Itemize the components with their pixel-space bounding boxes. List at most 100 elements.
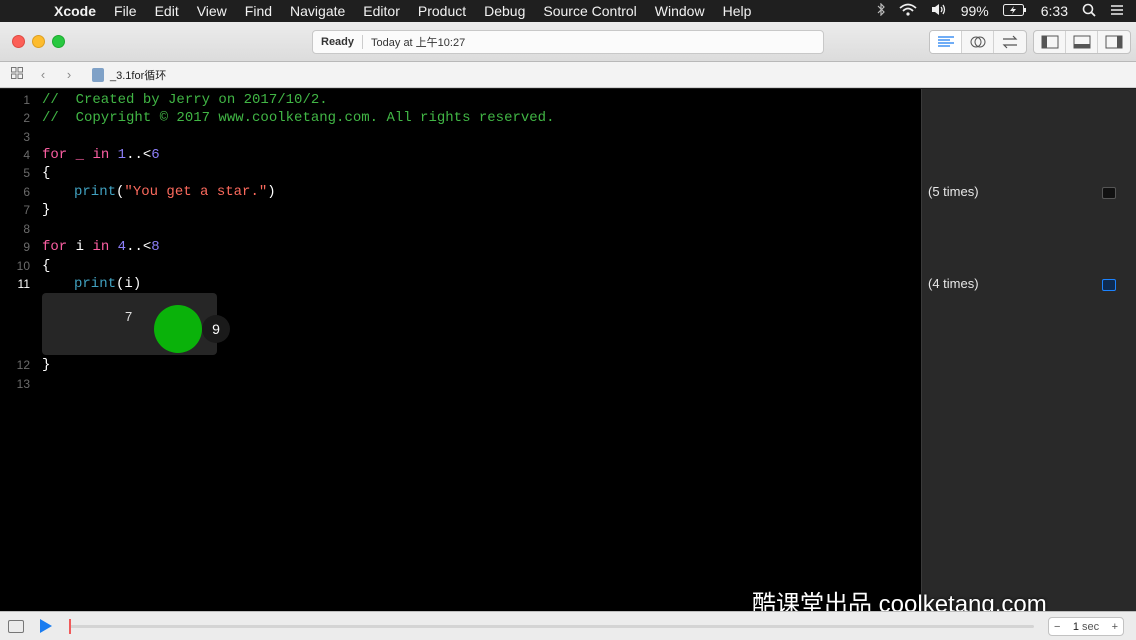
- result-count-badge[interactable]: 9: [202, 315, 230, 343]
- code-line: 6 print("You get a star."): [0, 183, 921, 201]
- line-number: 8: [23, 222, 30, 236]
- volume-icon[interactable]: [931, 3, 947, 19]
- number-literal: 6: [151, 147, 160, 163]
- line-number: 12: [16, 358, 30, 372]
- inline-result-value: 7: [125, 309, 133, 324]
- line-number: 5: [23, 166, 30, 180]
- code-line: 13: [0, 375, 921, 393]
- debug-bar: − 1 sec +: [0, 611, 1136, 640]
- line-number: 6: [23, 185, 30, 199]
- jump-bar: ‹ › _3.1for循环: [0, 62, 1136, 88]
- menu-view[interactable]: View: [197, 3, 227, 19]
- status-divider: [362, 35, 364, 49]
- menu-bar: Xcode File Edit View Find Navigate Edito…: [0, 0, 1136, 22]
- minimize-window-button[interactable]: [32, 35, 45, 48]
- hide-debug-area-icon[interactable]: [8, 620, 24, 633]
- timeline-track[interactable]: [70, 625, 1034, 628]
- menu-help[interactable]: Help: [723, 3, 752, 19]
- stepper-decrement[interactable]: −: [1054, 621, 1060, 633]
- forward-chevron-icon[interactable]: ›: [60, 67, 78, 82]
- menu-edit[interactable]: Edit: [155, 3, 179, 19]
- version-editor-icon[interactable]: [994, 31, 1026, 53]
- show-result-toggle[interactable]: [1102, 279, 1116, 291]
- stepper-increment[interactable]: +: [1112, 621, 1118, 633]
- code-args: (i): [116, 276, 142, 292]
- panel-visibility-control: [1033, 30, 1131, 54]
- line-number: 9: [23, 240, 30, 254]
- bluetooth-icon[interactable]: [877, 2, 885, 19]
- keyword: in: [92, 239, 110, 255]
- paren: ): [267, 184, 276, 200]
- list-icon[interactable]: [1110, 3, 1124, 19]
- click-indicator: [154, 305, 202, 353]
- keyword: for: [42, 239, 68, 255]
- standard-editor-icon[interactable]: [930, 31, 962, 53]
- code-line-current: 11 print(i): [0, 275, 921, 293]
- code-line: 8: [0, 220, 921, 238]
- result-summary: (5 times): [928, 184, 979, 199]
- menu-window[interactable]: Window: [655, 3, 705, 19]
- result-summary: (4 times): [928, 276, 979, 291]
- code-text: }: [42, 357, 51, 373]
- menu-source-control[interactable]: Source Control: [543, 3, 636, 19]
- line-number: 1: [23, 93, 30, 107]
- editor-mode-control: [929, 30, 1027, 54]
- related-items-icon[interactable]: [8, 67, 26, 82]
- menu-file[interactable]: File: [114, 3, 137, 19]
- menu-debug[interactable]: Debug: [484, 3, 525, 19]
- code-line: 2 // Copyright © 2017 www.coolketang.com…: [0, 109, 921, 127]
- stepper-unit: sec: [1082, 620, 1100, 633]
- wifi-icon[interactable]: [899, 3, 917, 19]
- comment-text: // Copyright © 2017 www.coolketang.com. …: [42, 110, 555, 126]
- menu-product[interactable]: Product: [418, 3, 466, 19]
- code-text: {: [42, 165, 51, 181]
- zoom-window-button[interactable]: [52, 35, 65, 48]
- navigator-icon[interactable]: [1034, 31, 1066, 53]
- show-result-toggle[interactable]: [1102, 187, 1116, 199]
- code-editor[interactable]: 1 // Created by Jerry on 2017/10/2. 2 //…: [0, 89, 921, 611]
- keyword: for: [42, 147, 68, 163]
- menu-find[interactable]: Find: [245, 3, 272, 19]
- window-toolbar: Ready Today at 上午10:27: [0, 22, 1136, 62]
- status-state: Ready: [321, 36, 355, 48]
- playground-file-icon: [92, 67, 104, 82]
- debug-area-icon[interactable]: [1066, 31, 1098, 53]
- search-icon[interactable]: [1082, 3, 1096, 20]
- breadcrumb-filename[interactable]: _3.1for循环: [110, 67, 166, 83]
- utilities-icon[interactable]: [1098, 31, 1130, 53]
- play-icon[interactable]: [40, 619, 52, 633]
- assistant-editor-icon[interactable]: [962, 31, 994, 53]
- loop-variable: _: [67, 147, 93, 163]
- menu-navigate[interactable]: Navigate: [290, 3, 345, 19]
- function-name: print: [74, 184, 117, 200]
- clock[interactable]: 6:33: [1041, 3, 1068, 19]
- duration-stepper[interactable]: − 1 sec +: [1048, 617, 1124, 636]
- battery-icon[interactable]: [1002, 3, 1027, 19]
- stepper-value: 1: [1072, 620, 1079, 633]
- timeline-marker[interactable]: [69, 619, 71, 634]
- activity-status: Ready Today at 上午10:27: [312, 30, 824, 54]
- line-number: 2: [23, 111, 30, 125]
- menu-app-xcode[interactable]: Xcode: [54, 3, 96, 19]
- line-number: 4: [23, 148, 30, 162]
- line-number: 3: [23, 130, 30, 144]
- status-menus: 99% 6:33: [877, 0, 1124, 22]
- code-line: 3: [0, 128, 921, 146]
- menu-editor[interactable]: Editor: [363, 3, 400, 19]
- close-window-button[interactable]: [12, 35, 25, 48]
- range-operator: ..<: [126, 147, 152, 163]
- loop-variable: i: [67, 239, 93, 255]
- line-number: 13: [16, 377, 30, 391]
- code-line: 1 // Created by Jerry on 2017/10/2.: [0, 91, 921, 109]
- code-text: }: [42, 202, 51, 218]
- number-literal: 4: [109, 239, 127, 255]
- back-chevron-icon[interactable]: ‹: [34, 67, 52, 82]
- status-time: Today at 上午10:27: [371, 37, 466, 49]
- code-text: {: [42, 258, 51, 274]
- code-line: 4 for _ in 1..<6: [0, 146, 921, 164]
- code-line: 7 }: [0, 201, 921, 219]
- range-operator: ..<: [126, 239, 152, 255]
- code-text: for i in 4..<8: [42, 238, 160, 256]
- number-literal: 1: [109, 147, 127, 163]
- comment-text: // Created by Jerry on 2017/10/2.: [42, 92, 328, 108]
